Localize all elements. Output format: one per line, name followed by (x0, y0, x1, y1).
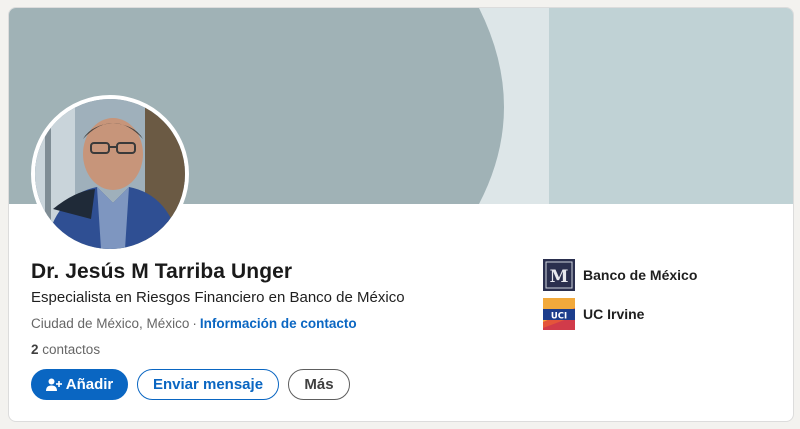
profile-photo[interactable] (31, 95, 189, 253)
connections-number: 2 (31, 342, 39, 357)
contact-info-link[interactable]: Información de contacto (200, 316, 357, 331)
location-row: Ciudad de México, México · Información de … (31, 316, 357, 331)
uci-logo-letters: UCI (551, 312, 567, 322)
connect-button[interactable]: Añadir (31, 369, 128, 400)
profile-organizations: M Banco de México UCI UC Irvine (543, 259, 697, 337)
org-name-banco-de-mexico: Banco de México (583, 267, 698, 283)
connect-button-label: Añadir (65, 376, 114, 393)
separator-dot: · (192, 316, 197, 331)
profile-name: Dr. Jesús M Tarriba Unger (31, 260, 293, 283)
org-name-uc-irvine: UC Irvine (583, 306, 645, 322)
profile-card: Dr. Jesús M Tarriba Unger Especialista e… (8, 7, 794, 422)
message-button[interactable]: Enviar mensaje (137, 369, 279, 400)
profile-location: Ciudad de México, México (31, 316, 190, 331)
org-item-banco-de-mexico[interactable]: M Banco de México (543, 259, 697, 291)
add-person-icon (45, 377, 62, 393)
profile-photo-image (35, 99, 185, 249)
profile-headline: Especialista en Riesgos Financiero en Ba… (31, 289, 405, 306)
connections-label: contactos (42, 342, 101, 357)
more-button[interactable]: Más (288, 369, 350, 400)
profile-actions: Añadir Enviar mensaje Más (31, 369, 350, 400)
org-item-uc-irvine[interactable]: UCI UC Irvine (543, 298, 697, 330)
connections-count[interactable]: 2 contactos (31, 342, 100, 357)
banco-de-mexico-logo-icon: M (543, 259, 575, 291)
banco-logo-letter: M (550, 267, 569, 287)
uc-irvine-logo-icon: UCI (543, 298, 575, 330)
